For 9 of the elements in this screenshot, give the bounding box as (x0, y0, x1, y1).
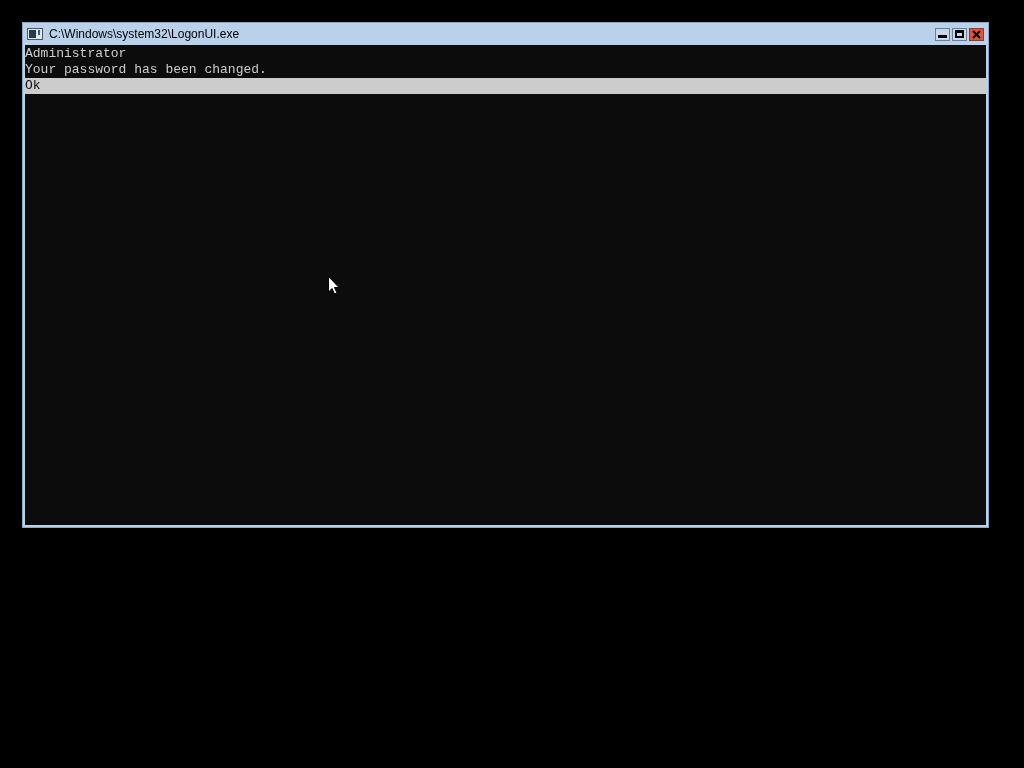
console-line: Your password has been changed. (25, 62, 268, 78)
maximize-button[interactable] (952, 27, 967, 41)
minimize-button[interactable] (935, 27, 950, 41)
mouse-pointer-icon (328, 276, 340, 295)
close-button[interactable] (969, 27, 984, 41)
console-option[interactable]: Ok (25, 78, 986, 94)
console-line: Administrator (25, 46, 128, 62)
window-title: C:\Windows\system32\LogonUI.exe (49, 26, 240, 43)
console-app-icon (27, 28, 43, 40)
